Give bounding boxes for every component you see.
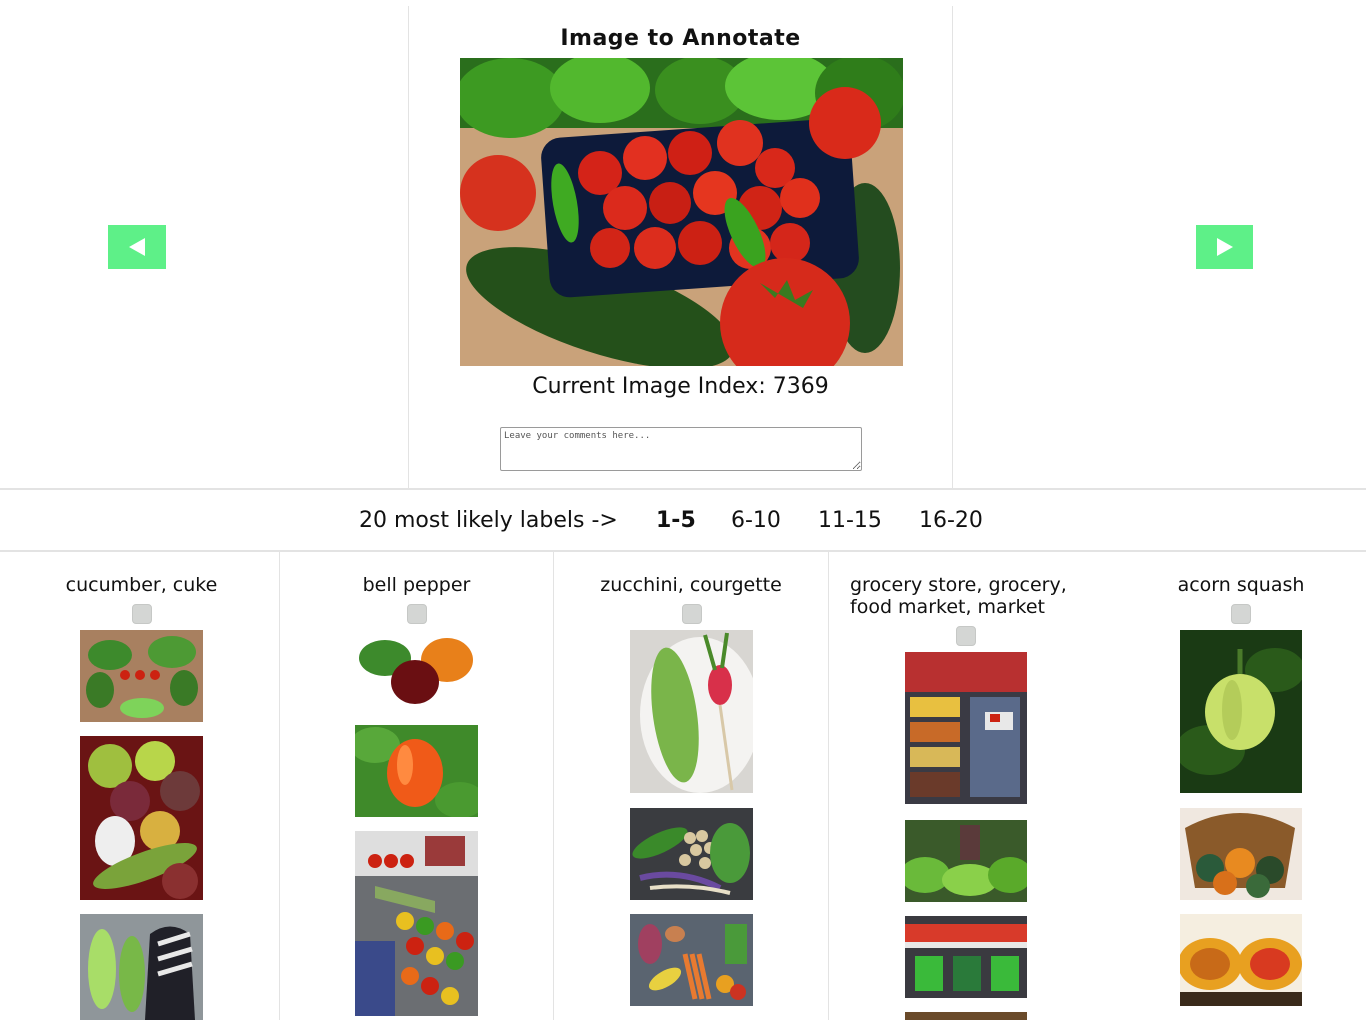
pager-label: 20 most likely labels ->	[359, 508, 618, 533]
next-image-button[interactable]	[1196, 225, 1253, 269]
label-columns: cucumber, cuke bell pepper zucchini, cou…	[0, 552, 1366, 1020]
example-image	[355, 725, 478, 817]
label-checkbox[interactable]	[407, 604, 427, 624]
label-checkbox[interactable]	[1231, 604, 1251, 624]
label-name: grocery store, grocery, food market, mar…	[850, 574, 1067, 618]
example-image	[80, 914, 203, 1020]
label-name: bell pepper	[362, 574, 471, 596]
label-checkbox[interactable]	[682, 604, 702, 624]
example-image	[355, 831, 478, 1016]
label-column-grocery-store: grocery store, grocery, food market, mar…	[829, 552, 1102, 1020]
label-name: cucumber, cuke	[65, 574, 218, 596]
example-image	[630, 914, 753, 1006]
example-image	[80, 630, 203, 722]
label-column-bell-pepper: bell pepper	[280, 552, 553, 1020]
label-pager: 20 most likely labels -> 1-5 6-10 11-15 …	[0, 490, 1366, 550]
comments-input[interactable]	[500, 427, 862, 471]
page-link-1-5[interactable]: 1-5	[656, 508, 696, 533]
label-name: acorn squash	[1177, 574, 1305, 596]
label-column-acorn-squash: acorn squash	[1103, 552, 1366, 1020]
example-image	[1180, 808, 1302, 900]
current-image-index: Current Image Index: 7369	[532, 374, 829, 399]
example-image	[905, 916, 1027, 998]
example-image	[355, 630, 478, 712]
example-image	[1180, 630, 1302, 793]
label-column-zucchini: zucchini, courgette	[554, 552, 828, 1020]
example-image	[905, 652, 1027, 804]
example-image	[630, 630, 753, 793]
page-link-11-15[interactable]: 11-15	[818, 508, 882, 533]
example-image	[630, 808, 753, 900]
annotation-area: Image to Annotate Current Image Index: 7…	[0, 0, 1366, 489]
label-column-cucumber: cucumber, cuke	[0, 552, 279, 1020]
example-image	[905, 820, 1027, 902]
example-image	[1180, 914, 1302, 1006]
page-link-16-20[interactable]: 16-20	[919, 508, 983, 533]
example-image	[905, 1012, 1027, 1020]
page-link-6-10[interactable]: 6-10	[731, 508, 781, 533]
example-image	[80, 736, 203, 900]
previous-image-button[interactable]	[108, 225, 166, 269]
left-triangle-icon	[129, 238, 145, 256]
main-image	[460, 58, 903, 366]
page-title: Image to Annotate	[560, 26, 801, 51]
label-name: zucchini, courgette	[600, 574, 782, 596]
right-triangle-icon	[1216, 238, 1233, 256]
label-checkbox[interactable]	[956, 626, 976, 646]
center-panel: Image to Annotate Current Image Index: 7…	[408, 6, 953, 489]
label-checkbox[interactable]	[132, 604, 152, 624]
